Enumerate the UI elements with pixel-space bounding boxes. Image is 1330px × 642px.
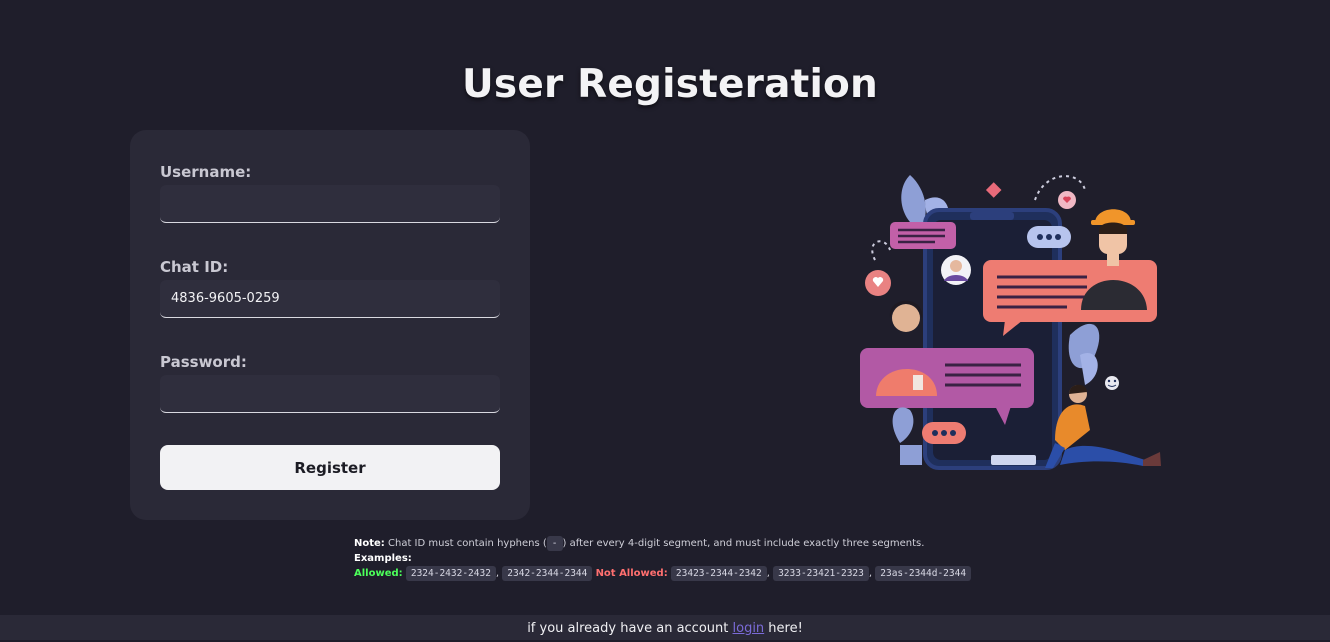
- notes-section: Note: Chat ID must contain hyphens (-) a…: [354, 536, 972, 581]
- hyphen-code: -: [546, 536, 563, 551]
- not-allowed-example: 23as-2344d-2344: [875, 566, 972, 581]
- allowed-label: Allowed:: [354, 568, 403, 579]
- chat-id-input[interactable]: [160, 280, 500, 318]
- login-link[interactable]: login: [733, 621, 765, 636]
- page-title: User Registeration: [462, 62, 878, 107]
- password-label: Password:: [160, 353, 247, 371]
- username-input[interactable]: [160, 185, 500, 223]
- chat-id-label: Chat ID:: [160, 258, 229, 276]
- not-allowed-example: 3233-23421-2323: [773, 566, 869, 581]
- note-line: Note: Chat ID must contain hyphens (-) a…: [354, 536, 971, 551]
- not-allowed-label: Not Allowed:: [595, 568, 668, 579]
- not-allowed-example: 23423-2344-2342: [670, 566, 767, 581]
- footer-bar: if you already have an account login her…: [0, 615, 1330, 640]
- note-label: Note:: [354, 538, 385, 549]
- separator: ,: [766, 568, 770, 579]
- examples-label: Examples:: [354, 553, 412, 564]
- note-text-2: ) after every 4-digit segment, and must …: [562, 538, 925, 549]
- chat-people-illustration-icon: [860, 175, 1161, 470]
- registration-form-card: Username: Chat ID: Password: Register: [130, 130, 530, 520]
- examples-label-line: Examples:: [354, 551, 971, 566]
- register-button[interactable]: Register: [160, 445, 500, 490]
- note-text-1: Chat ID must contain hyphens (: [388, 538, 547, 549]
- username-label: Username:: [160, 163, 252, 181]
- examples-line: Allowed: 2324-2432-2432, 2342-2344-2344 …: [354, 566, 972, 581]
- footer-text-after: here!: [764, 621, 803, 636]
- password-input[interactable]: [160, 375, 500, 413]
- separator: ,: [495, 568, 500, 579]
- allowed-example: 2342-2344-2344: [502, 566, 593, 581]
- separator: ,: [868, 568, 873, 579]
- footer-text-before: if you already have an account: [527, 621, 733, 636]
- allowed-example: 2324-2432-2432: [405, 566, 496, 581]
